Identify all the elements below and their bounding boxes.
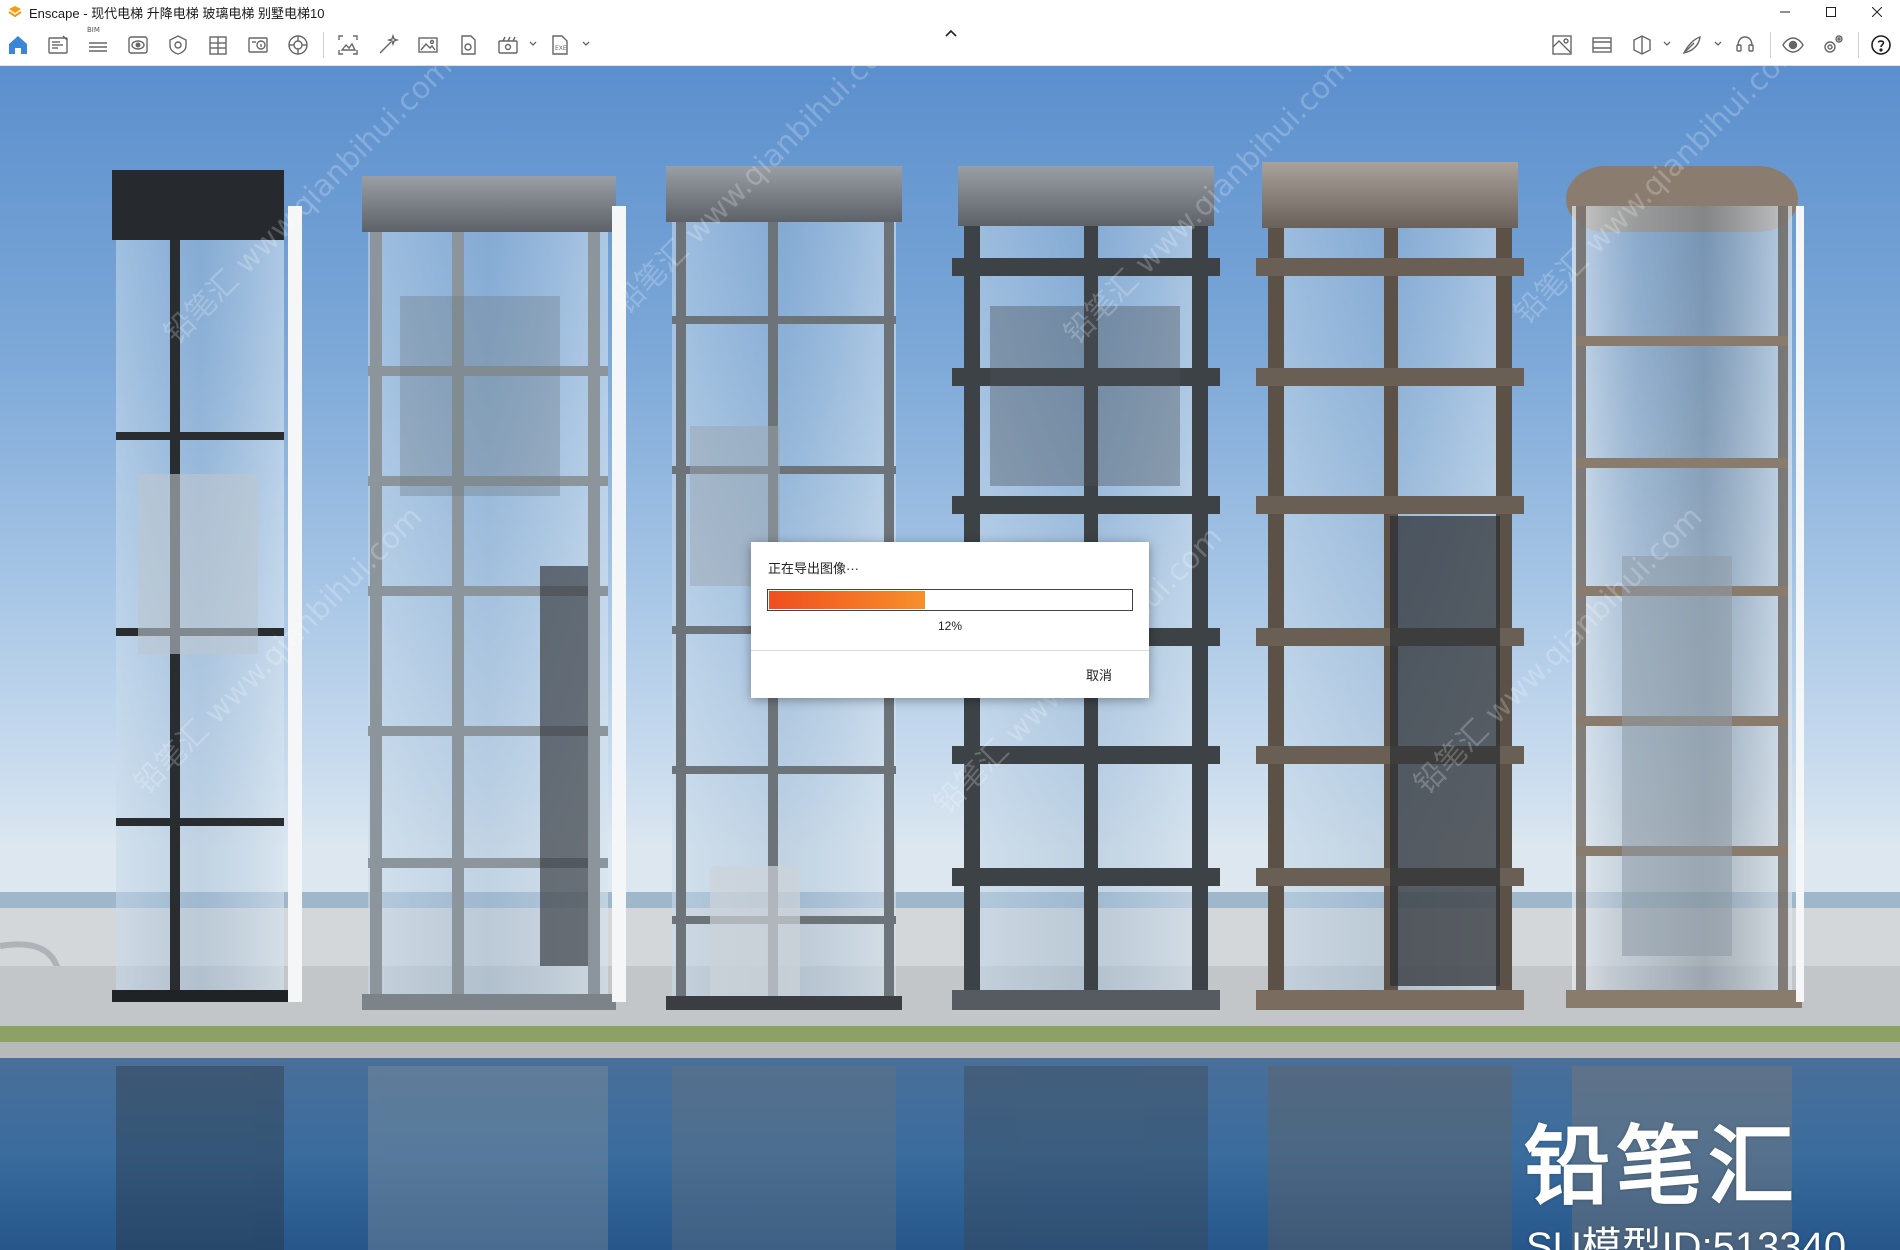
export-icon[interactable]	[496, 33, 520, 57]
asset-library-icon[interactable]	[1680, 33, 1704, 57]
export-progress-bar	[767, 589, 1133, 611]
document-icon[interactable]	[46, 33, 70, 57]
export-progress-dialog: 正在导出图像··· 12% 取消	[751, 542, 1149, 698]
maximize-icon	[1826, 7, 1836, 17]
close-button[interactable]	[1854, 0, 1900, 24]
dialog-divider	[751, 650, 1149, 651]
collaborative-annotation-icon[interactable]	[1733, 33, 1757, 57]
view-icon[interactable]	[166, 33, 190, 57]
progress-percent: 12%	[937, 619, 963, 633]
cancel-button[interactable]: 取消	[1086, 665, 1112, 684]
minimize-button[interactable]	[1762, 0, 1808, 24]
progress-fill	[769, 591, 925, 609]
maximize-button[interactable]	[1808, 0, 1854, 24]
help-icon[interactable]	[1869, 33, 1893, 57]
panorama-icon[interactable]	[416, 33, 440, 57]
minimize-icon	[1780, 11, 1790, 13]
screenshot-icon[interactable]	[336, 33, 360, 57]
close-icon	[1872, 7, 1882, 17]
chevron-down-icon[interactable]	[528, 39, 538, 49]
layers-icon[interactable]	[1630, 33, 1654, 57]
map-icon[interactable]	[1550, 33, 1574, 57]
chevron-down-icon[interactable]	[1662, 39, 1672, 49]
enscape-logo-icon	[8, 6, 22, 18]
visual-settings-icon[interactable]	[126, 33, 150, 57]
title-bar: Enscape - 现代电梯 升降电梯 玻璃电梯 别墅电梯10	[0, 0, 1900, 24]
home-icon[interactable]	[6, 33, 30, 57]
collapse-toolbar-icon[interactable]	[944, 27, 958, 39]
info-icon[interactable]	[246, 33, 270, 57]
window-title: Enscape - 现代电梯 升降电梯 玻璃电梯 别墅电梯10	[29, 5, 325, 21]
svg-text:EXE: EXE	[555, 45, 567, 52]
building-icon[interactable]	[206, 33, 230, 57]
model-id-watermark: SU模型ID:513340	[1526, 1225, 1847, 1250]
visibility-icon[interactable]	[1781, 33, 1805, 57]
video-icon[interactable]	[456, 33, 480, 57]
settings-wheel-icon[interactable]	[286, 33, 310, 57]
export-file-icon[interactable]: EXE	[548, 33, 572, 57]
bim-label: BIM	[87, 26, 100, 34]
dialog-title: 正在导出图像···	[768, 561, 859, 576]
bim-icon[interactable]: BIM	[86, 26, 110, 57]
elevator-2	[362, 176, 626, 1010]
chevron-down-icon[interactable]	[581, 39, 591, 49]
elevator-5	[1256, 162, 1524, 1010]
video-editor-icon[interactable]	[1590, 33, 1614, 57]
batch-render-icon[interactable]	[376, 33, 400, 57]
chevron-down-icon[interactable]	[1713, 39, 1723, 49]
settings-icon[interactable]	[1821, 33, 1845, 57]
brand-watermark: 铅笔汇	[1524, 1117, 1800, 1217]
